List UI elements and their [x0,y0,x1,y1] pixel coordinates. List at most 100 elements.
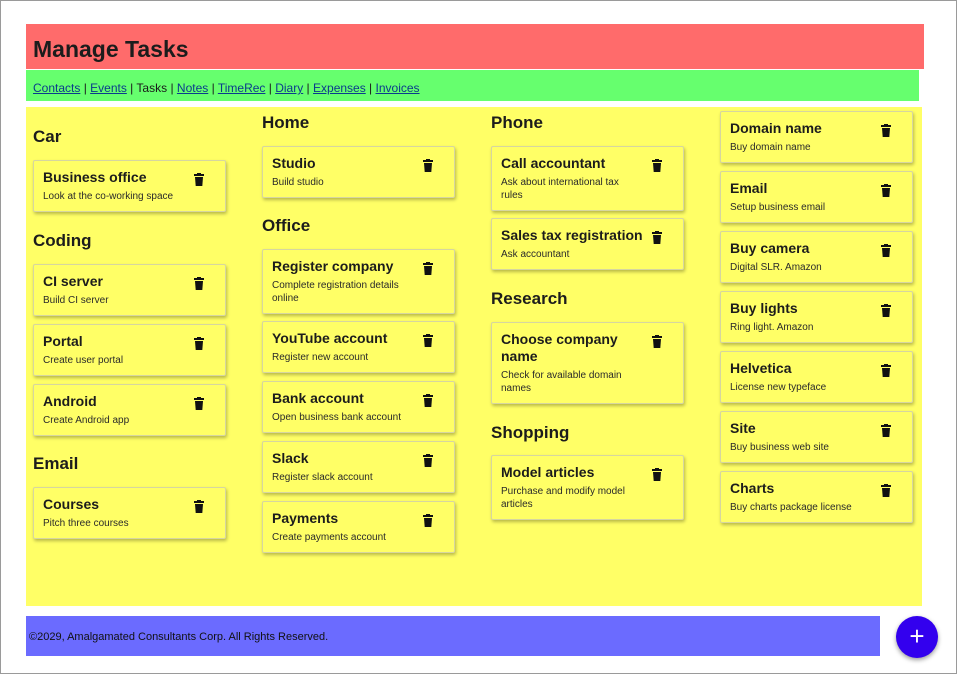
task-description: Register new account [272,352,369,363]
task-title: Bank account [272,390,364,406]
task-title: Model articles [501,464,595,480]
task-description: Check for available domain names [501,370,622,394]
trash-icon[interactable] [881,124,891,137]
task-card[interactable]: Choose company name Check for available d… [491,322,684,404]
nav-link-invoices[interactable]: Invoices [376,81,420,95]
trash-icon[interactable] [881,304,891,317]
trash-icon[interactable] [423,454,433,467]
nav-separator: | [167,81,177,95]
task-title: Register company [272,258,394,274]
trash-icon[interactable] [652,159,662,172]
task-description: Look at the co-working space [43,191,174,202]
task-title: Charts [730,480,775,496]
task-card[interactable]: Portal Create user portal [33,324,226,376]
task-description: Register slack account [272,472,373,483]
task-card[interactable]: Call accountant Ask about international t… [491,146,684,211]
trash-icon[interactable] [881,244,891,257]
trash-icon[interactable] [194,500,204,513]
task-card[interactable]: Buy camera Digital SLR. Amazon [720,231,913,283]
nav-separator: | [265,81,276,95]
trash-icon[interactable] [194,277,204,290]
page-title: Manage Tasks [33,36,189,62]
trash-icon[interactable] [652,335,662,348]
trash-icon[interactable] [881,364,891,377]
trash-icon[interactable] [423,394,433,407]
nav-separator: | [80,81,91,95]
task-title: Courses [43,496,100,512]
task-card[interactable]: Payments Create payments account [262,501,455,553]
task-title: Payments [272,510,339,526]
nav-link-expenses[interactable]: Expenses [313,81,366,95]
task-description: Purchase and modify model articles [501,486,625,510]
task-card[interactable]: Bank account Open business bank account [262,381,455,433]
task-card[interactable]: Email Setup business email [720,171,913,223]
task-title: Email [730,180,768,196]
task-title: Domain name [730,120,822,136]
page-footer: ©2029, Amalgamated Consultants Corp. All… [26,616,880,656]
task-card[interactable]: Domain name Buy domain name [720,111,913,163]
task-description: Open business bank account [272,412,401,423]
task-description: Create user portal [43,355,124,366]
nav-link-timerec[interactable]: TimeRec [218,81,266,95]
nav-link-diary[interactable]: Diary [275,81,303,95]
task-title: Slack [272,450,309,466]
task-title: Sales tax registration [501,227,643,243]
nav-link-tasks: Tasks [136,81,168,95]
task-description: Digital SLR. Amazon [730,262,822,273]
group-title-phone: Phone [491,113,543,132]
nav-link-notes[interactable]: Notes [177,81,208,95]
trash-icon[interactable] [881,484,891,497]
task-description: Build studio [272,177,324,188]
trash-icon[interactable] [652,231,662,244]
trash-icon[interactable] [423,514,433,527]
task-title: Helvetica [730,360,792,376]
trash-icon[interactable] [652,468,662,481]
task-card[interactable]: Charts Buy charts package license [720,471,913,523]
page-header: Manage Tasks [26,24,924,69]
nav-link-contacts[interactable]: Contacts [33,81,80,95]
task-card[interactable]: Courses Pitch three courses [33,487,226,539]
task-description: Ask about international tax rules [501,177,619,201]
task-card[interactable]: Sales tax registration Ask accountant [491,218,684,270]
trash-icon[interactable] [194,173,204,186]
task-card[interactable]: Android Create Android app [33,384,226,436]
trash-icon[interactable] [423,159,433,172]
nav-link-events[interactable]: Events [90,81,127,95]
nav-separator: | [208,81,218,95]
task-title: Android [43,393,97,409]
task-description: Ring light. Amazon [730,322,814,333]
trash-icon[interactable] [423,334,433,347]
task-title: Buy lights [730,300,798,316]
group-title-coding: Coding [33,231,92,250]
trash-icon[interactable] [194,337,204,350]
task-card[interactable]: Site Buy business web site [720,411,913,463]
trash-icon[interactable] [881,184,891,197]
nav-separator: | [303,81,314,95]
add-task-button[interactable]: + [896,616,938,658]
group-title-home: Home [262,113,310,132]
task-card[interactable]: Register company Complete registration de… [262,249,455,314]
task-title: Choose company name [501,331,618,364]
task-description: Buy business web site [730,442,829,453]
task-description: Pitch three courses [43,518,129,529]
group-title-shopping: Shopping [491,423,570,442]
task-card[interactable]: YouTube account Register new account [262,321,455,373]
trash-icon[interactable] [881,424,891,437]
task-description: Setup business email [730,202,826,213]
task-description: Create Android app [43,415,130,426]
task-card[interactable]: Buy lights Ring light. Amazon [720,291,913,343]
nav-links: Contacts | Events | Tasks | Notes | Time… [33,81,420,95]
task-card[interactable]: Slack Register slack account [262,441,455,493]
trash-icon[interactable] [423,262,433,275]
plus-icon: + [909,621,925,651]
task-card[interactable]: Business office Look at the co-working sp… [33,160,226,212]
task-card[interactable]: Studio Build studio [262,146,455,198]
task-card[interactable]: CI server Build CI server [33,264,226,316]
task-card[interactable]: Helvetica License new typeface [720,351,913,403]
task-title: Buy camera [730,240,810,256]
task-board: Car Business office Look at the co-working… [26,107,922,606]
task-description: License new typeface [730,382,827,393]
task-description: Ask accountant [501,249,570,260]
trash-icon[interactable] [194,397,204,410]
task-card[interactable]: Model articles Purchase and modify model … [491,455,684,520]
